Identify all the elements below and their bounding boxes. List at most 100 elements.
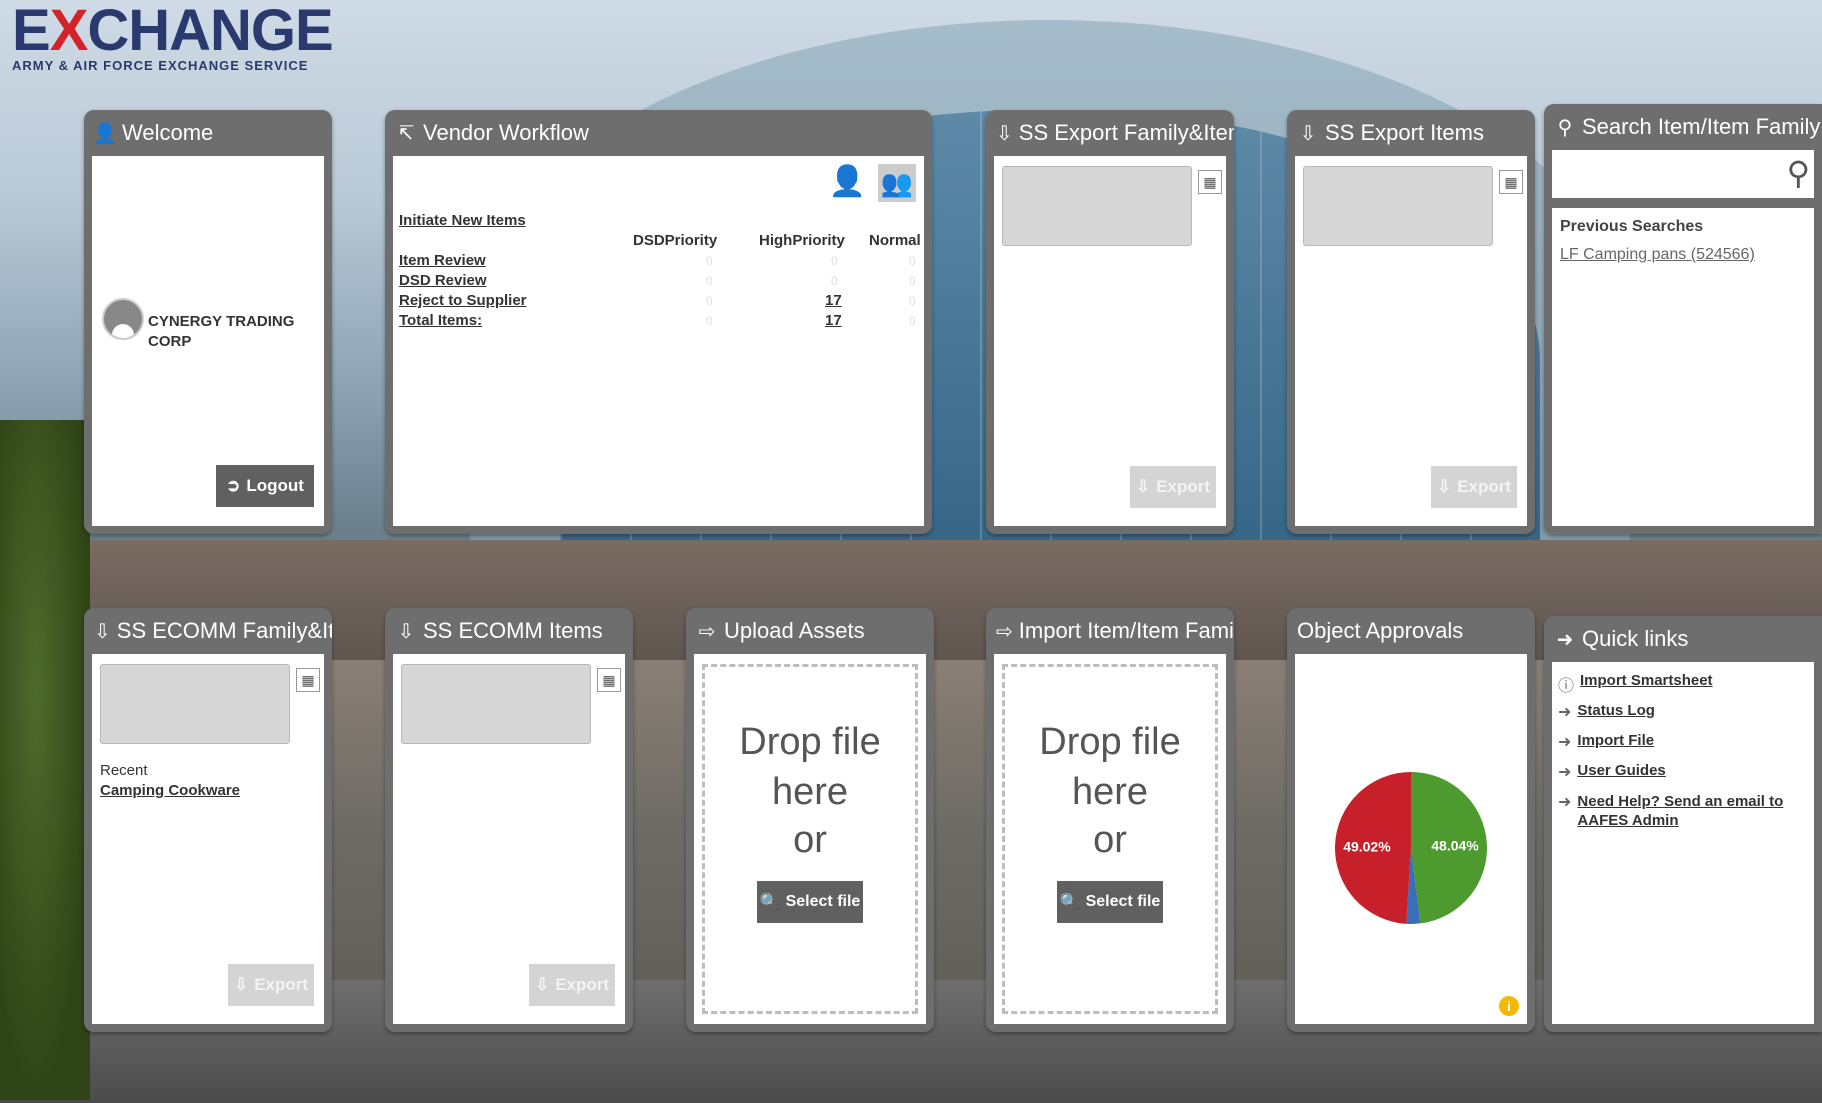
search-icon: ⚲ (1557, 116, 1573, 139)
workflow-cell: 0 (909, 254, 916, 268)
workflow-cell: 0 (909, 314, 916, 328)
logo-letters-change: CHANGE (87, 0, 333, 63)
workflow-cell-link[interactable]: 17 (825, 312, 842, 329)
workflow-row-label[interactable]: Reject to Supplier (399, 292, 527, 309)
export-label: Export (555, 975, 610, 994)
upload-assets-body: Drop file here or 🔍 Select file (694, 654, 926, 1024)
download-icon: ⇩ (1436, 477, 1452, 496)
single-user-icon[interactable]: 👤 (829, 164, 866, 199)
arrow-right-icon: ➜ (1558, 764, 1572, 781)
logo-subtitle: ARMY & AIR FORCE EXCHANGE SERVICE (12, 58, 309, 73)
workflow-row-label[interactable]: DSD Review (399, 272, 487, 289)
export-label: Export (1156, 477, 1211, 496)
quick-link-import-file[interactable]: Import File (1577, 732, 1654, 749)
workflow-icon: ↸ (397, 122, 415, 145)
upload-assets-header: ⇨ Upload Assets (686, 608, 934, 654)
workflow-row-label[interactable]: Total Items: (399, 312, 482, 329)
exchange-logo: EXCHANGE ARMY & AIR FORCE EXCHANGE SERVI… (12, 0, 334, 73)
quick-link-item[interactable]: ➜ User Guides (1558, 762, 1666, 782)
workflow-col-high: HighPriority (759, 232, 845, 249)
recent-item-link[interactable]: Camping Cookware (100, 782, 240, 799)
arrow-right-icon: ➜ (1558, 734, 1572, 751)
upload-dropzone[interactable]: Drop file here or 🔍 Select file (702, 664, 918, 1014)
select-file-button[interactable]: 🔍 Select file (757, 881, 863, 923)
info-icon[interactable]: i (1499, 996, 1519, 1016)
ss-ecomm-items-body: ▦ ⇩ Export (393, 654, 625, 1024)
quick-link-import-smartsheet[interactable]: Import Smartsheet (1580, 672, 1713, 689)
logo-letter-x: X (49, 0, 89, 63)
welcome-body: CYNERGY TRADING CORP ➲ Logout (92, 156, 324, 526)
tree-select-box[interactable] (1303, 166, 1493, 246)
drop-file-text: Drop file here (739, 721, 881, 813)
search-field[interactable]: ⚲ (1552, 150, 1814, 198)
export-button[interactable]: ⇩ Export (529, 964, 615, 1006)
initiate-new-items-link[interactable]: Initiate New Items (399, 212, 526, 229)
avatar-silhouette (112, 324, 134, 338)
select-file-label: Select file (1085, 893, 1161, 910)
search-submit-icon[interactable]: ⚲ (1787, 154, 1810, 192)
logo-letter-e: E (12, 0, 51, 63)
logout-button[interactable]: ➲ Logout (216, 465, 314, 507)
quick-link-item[interactable]: ➜ Need Help? Send an email to AAFES Admi… (1558, 792, 1788, 830)
hierarchy-icon[interactable]: ▦ (1198, 170, 1222, 194)
hierarchy-icon[interactable]: ▦ (296, 668, 320, 692)
hierarchy-icon[interactable]: ▦ (1499, 170, 1523, 194)
select-file-button[interactable]: 🔍 Select file (1057, 881, 1163, 923)
download-icon: ⇩ (1135, 477, 1151, 496)
tree-select-box[interactable] (401, 664, 591, 744)
ss-export-items-header: ⇩ SS Export Items (1287, 110, 1535, 156)
import-item-body: Drop file here or 🔍 Select file (994, 654, 1226, 1024)
download-icon: ⇩ (397, 620, 415, 643)
workflow-col-dsd: DSDPriority (633, 232, 718, 249)
download-icon: ⇩ (534, 975, 550, 994)
import-item-title: Import Item/Item Family (1018, 618, 1234, 643)
vendor-workflow-title: Vendor Workflow (423, 120, 589, 145)
export-button[interactable]: ⇩ Export (228, 964, 314, 1006)
hierarchy-icon[interactable]: ▦ (597, 668, 621, 692)
file-search-icon: 🔍 (1059, 894, 1080, 911)
welcome-title: Welcome (122, 120, 214, 145)
quick-link-item[interactable]: ➜ Import File (1558, 732, 1654, 752)
download-icon: ⇩ (996, 122, 1013, 145)
export-button[interactable]: ⇩ Export (1431, 466, 1517, 508)
pie-slice-label: 49.02% (1343, 839, 1391, 855)
vendor-workflow-header: ↸ Vendor Workflow (385, 110, 932, 156)
search-input[interactable] (1558, 150, 1762, 192)
welcome-header: 👤 Welcome (84, 110, 332, 156)
file-search-icon: 🔍 (759, 894, 780, 911)
vendor-workflow-panel: ↸ Vendor Workflow 👤 👥 Initiate New Items… (385, 110, 932, 534)
workflow-cell: 0 (706, 274, 713, 288)
arrow-right-icon: ➜ (1556, 628, 1574, 651)
upload-assets-title: Upload Assets (724, 618, 865, 643)
vendor-workflow-body: 👤 👥 Initiate New Items DSDPriority HighP… (393, 156, 924, 526)
import-item-header: ⇨ Import Item/Item Family (986, 608, 1234, 654)
import-dropzone[interactable]: Drop file here or 🔍 Select file (1002, 664, 1218, 1014)
previous-search-link[interactable]: LF Camping pans (524566) (1560, 246, 1755, 264)
approvals-pie-chart[interactable]: 48.04% 49.02% (1295, 654, 1527, 1024)
tree-select-box[interactable] (1002, 166, 1192, 246)
workflow-cell: 0 (706, 314, 713, 328)
workflow-row-label[interactable]: Item Review (399, 252, 486, 269)
group-users-icon[interactable]: 👥 (878, 164, 916, 202)
quick-link-status-log[interactable]: Status Log (1577, 702, 1655, 719)
quick-link-item[interactable]: ⓘ Import Smartsheet (1558, 672, 1713, 696)
workflow-cell-link[interactable]: 17 (825, 292, 842, 309)
object-approvals-header: Object Approvals (1287, 608, 1535, 654)
ss-ecomm-family-panel: ⇩ SS ECOMM Family&Iten ▦ Recent Camping … (84, 608, 332, 1032)
select-file-label: Select file (785, 893, 861, 910)
quick-link-user-guides[interactable]: User Guides (1577, 762, 1665, 779)
quick-link-need-help[interactable]: Need Help? Send an email to AAFES Admin (1577, 792, 1788, 830)
tree-select-box[interactable] (100, 664, 290, 744)
ss-export-family-header: ⇩ SS Export Family&Items (986, 110, 1234, 156)
ss-export-items-title: SS Export Items (1325, 120, 1484, 145)
avatar (102, 298, 144, 340)
export-button[interactable]: ⇩ Export (1130, 466, 1216, 508)
ss-ecomm-items-title: SS ECOMM Items (423, 618, 603, 643)
user-icon: 👤 (92, 122, 118, 145)
drop-or-text: or (1093, 819, 1127, 861)
object-approvals-title: Object Approvals (1297, 618, 1464, 643)
quick-link-item[interactable]: ➜ Status Log (1558, 702, 1655, 722)
workflow-col-normal: Normal (869, 232, 921, 249)
ss-export-family-panel: ⇩ SS Export Family&Items ▦ ⇩ Export (986, 110, 1234, 534)
workflow-cell: 0 (831, 274, 838, 288)
